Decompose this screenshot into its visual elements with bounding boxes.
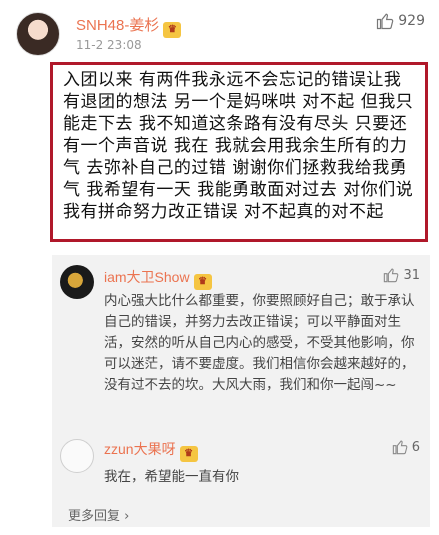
reply-text: 我在，希望能一直有你 <box>104 469 239 485</box>
reply-text: 内心强大比什么都重要，你要照顾好自己；敢于承认自己的错误，并努力去改正错误；可以… <box>104 293 415 393</box>
avatar[interactable] <box>60 265 94 299</box>
avatar[interactable] <box>16 12 60 56</box>
reply-like-button[interactable]: 31 <box>383 267 420 283</box>
highlighted-comment-text: 入团以来 有两件我永远不会忘记的错误让我有退团的想法 另一个是妈咪哄 对不起 但… <box>50 62 428 242</box>
main-comment: SNH48-姜杉 ♛ 11-2 23:08 929 入团以来 有两件我永远不会忘记… <box>0 0 439 258</box>
thumbs-up-icon <box>377 13 394 30</box>
comment-text: 入团以来 有两件我永远不会忘记的错误让我有退团的想法 另一个是妈咪哄 对不起 但… <box>63 70 414 222</box>
reply-item: iam大卫Show ♛ 31 内心强大比什么都重要，你要照顾好自己；敢于承认自己的… <box>52 255 430 415</box>
more-replies-link[interactable]: 更多回复 › <box>68 505 129 524</box>
reply-author-name[interactable]: zzun大果呀 <box>104 441 176 457</box>
reply-author[interactable]: iam大卫Show ♛ <box>104 267 212 290</box>
like-button[interactable]: 929 <box>376 12 425 30</box>
reply-list: iam大卫Show ♛ 31 内心强大比什么都重要，你要照顾好自己；敢于承认自己的… <box>52 255 430 527</box>
reply-author[interactable]: zzun大果呀 ♛ <box>104 439 198 462</box>
thumbs-up-icon <box>384 268 399 283</box>
comment-author[interactable]: SNH48-姜杉 ♛ <box>76 14 182 38</box>
reply-like-count: 6 <box>411 439 420 455</box>
comment-time: 11-2 23:08 <box>76 38 142 52</box>
thumbs-up-icon <box>392 440 408 455</box>
reply-author-name[interactable]: iam大卫Show <box>104 269 190 285</box>
avatar[interactable] <box>60 439 94 473</box>
vip-crown-icon: ♛ <box>193 274 212 290</box>
reply-like-button[interactable]: 6 <box>392 439 420 455</box>
vip-crown-icon: ♛ <box>179 446 198 462</box>
reply-like-count: 31 <box>403 267 420 283</box>
reply-item: zzun大果呀 ♛ 6 我在，希望能一直有你 <box>52 433 430 499</box>
vip-crown-icon: ♛ <box>163 22 182 38</box>
like-count: 929 <box>398 13 425 29</box>
author-name[interactable]: SNH48-姜杉 <box>76 17 159 34</box>
